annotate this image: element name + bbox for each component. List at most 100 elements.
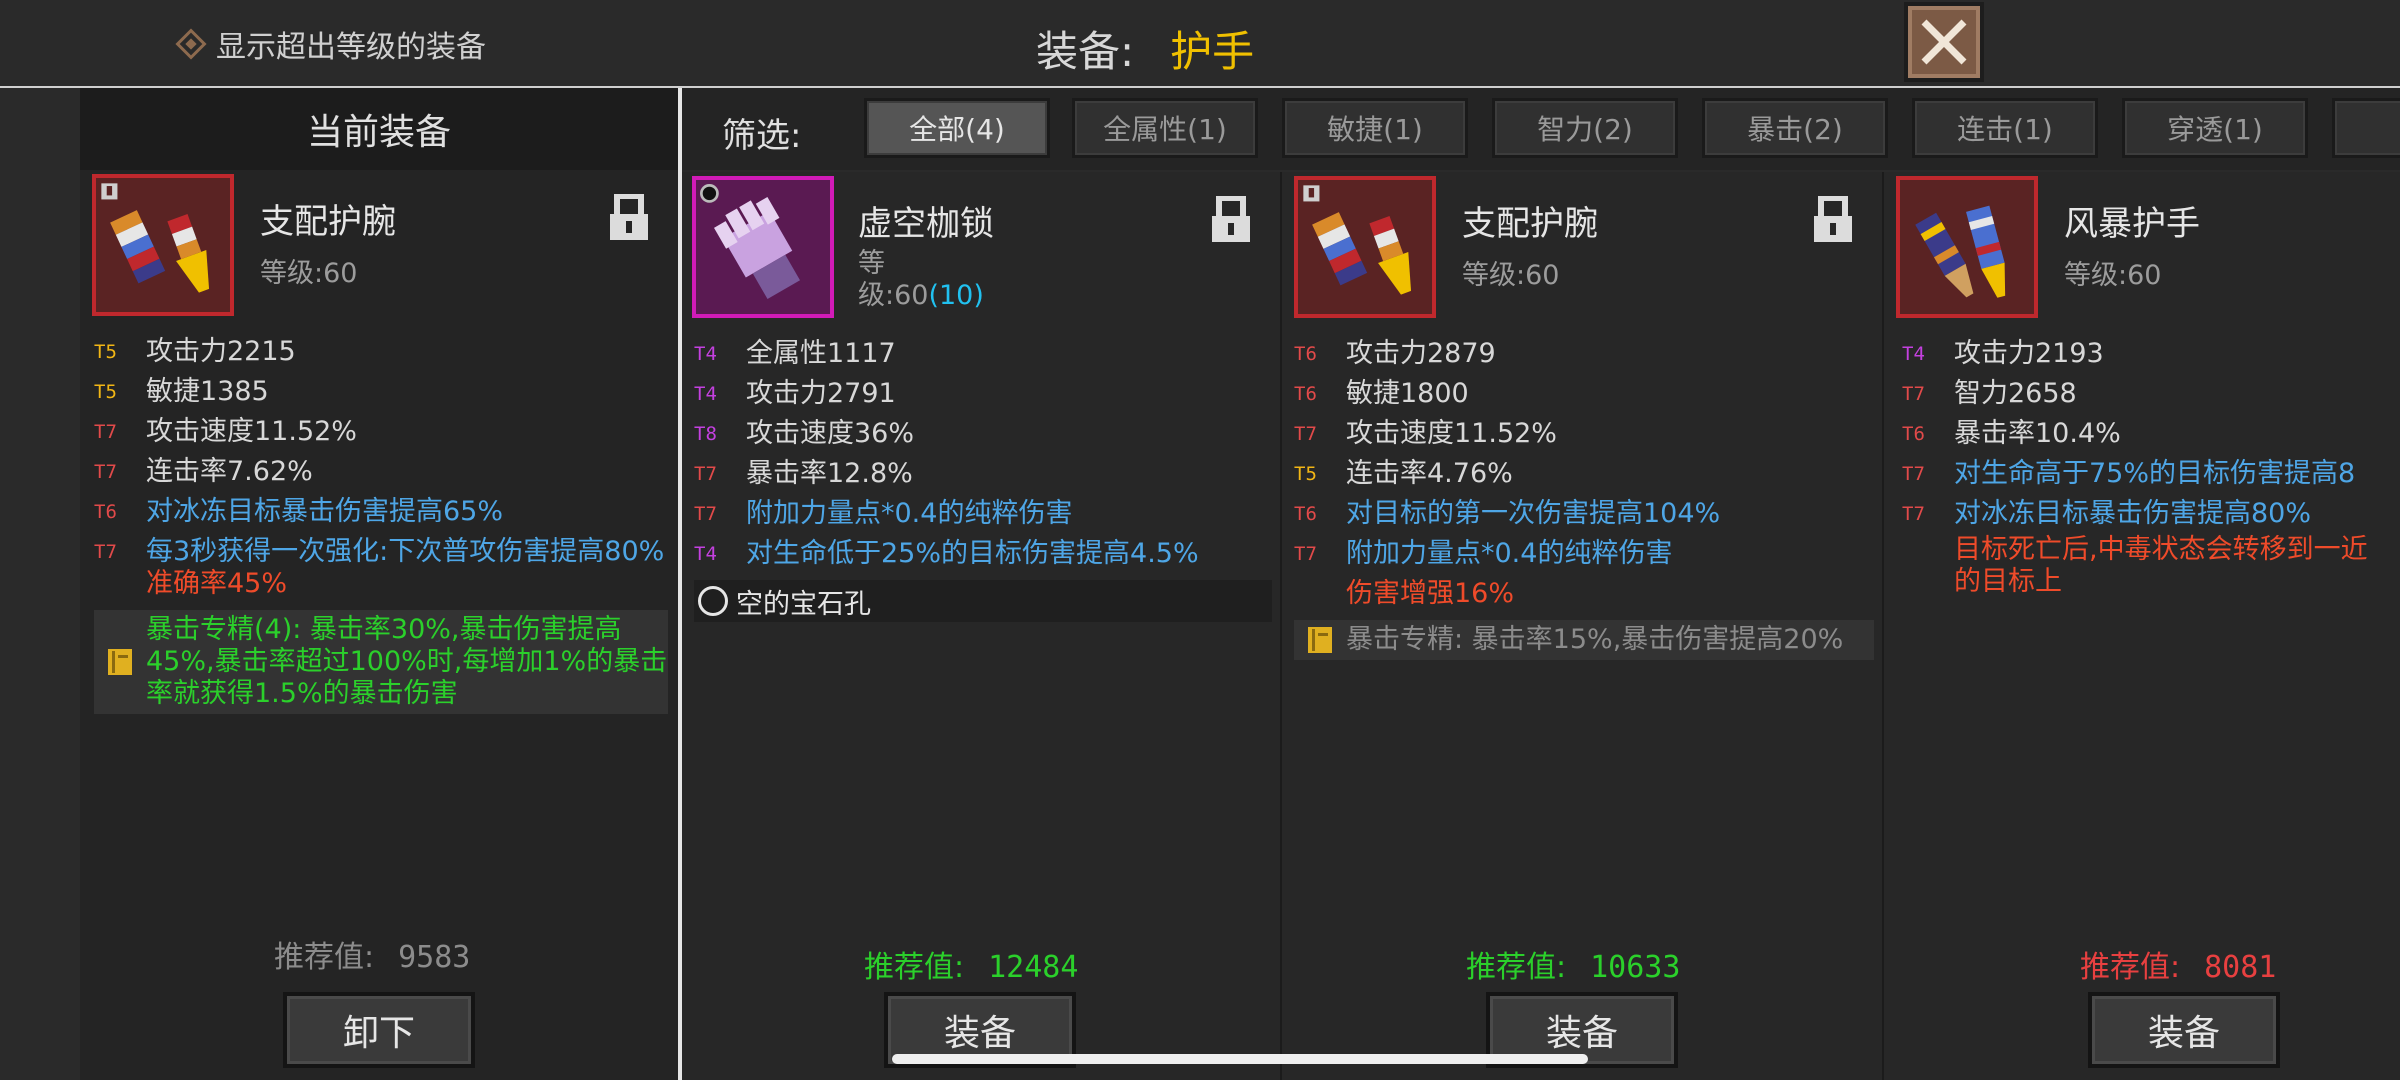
stat-text: 对生命高于75%的目标伤害提高8 [1954, 458, 2356, 489]
lock-icon[interactable] [1812, 196, 1854, 244]
stat-row: T5 连击率4.76% [1294, 454, 1874, 494]
stat-text: 对冰冻目标暴击伤害提高80% [1954, 498, 2312, 529]
filter-bar: 筛选: 全部(4) 全属性(1) 敏捷(1) 智力(2) 暴击(2) 连击(1)… [682, 88, 2400, 170]
item-icon-bracer[interactable] [1294, 176, 1436, 318]
stat-text: 对冰冻目标暴击伤害提高65% [146, 496, 504, 527]
tier-badge: T4 [694, 543, 717, 565]
diamond-checkbox-icon[interactable] [175, 28, 207, 60]
filter-chip-pierce[interactable]: 穿透(1) [2122, 98, 2308, 158]
stat-list: T4 攻击力2193 T7 智力2658 T6 暴击率10.4% T7 对生命高于75%… [1902, 334, 2400, 598]
filter-chip-crit[interactable]: 暴击(2) [1702, 98, 1888, 158]
stat-text: 攻击速度11.52% [146, 416, 357, 447]
item-icon-bracer[interactable] [92, 174, 234, 316]
unequip-button[interactable]: 卸下 [283, 992, 475, 1068]
special-text: 暴击专精(4): 暴击率30%,暴击伤害提高45%,暴击率超过100%时,每增加… [146, 614, 668, 709]
stat-text: 全属性1117 [746, 338, 896, 369]
item-card: 支配护腕 等级:60 T6 攻击力2879 T6 敏捷1800 T7 攻击速度11.5… [1282, 172, 1884, 1080]
special-text: 暴击专精: 暴击率15%,暴击伤害提高20% [1346, 624, 1844, 655]
recommend-score: 推荐值: 10633 [1466, 942, 1680, 986]
stat-row: T7 攻击速度11.52% [94, 412, 668, 452]
stat-row: T4 攻击力2193 [1902, 334, 2400, 374]
home-indicator[interactable] [892, 1054, 1588, 1064]
tier-badge: T5 [94, 341, 117, 363]
stat-text: 连击率7.62% [146, 456, 313, 487]
lock-icon[interactable] [1210, 196, 1252, 244]
item-name: 支配护腕 [1462, 204, 1598, 244]
stat-text: 攻击力2791 [746, 378, 896, 409]
close-button[interactable] [1904, 2, 1984, 82]
stat-row: T7 附加力量点*0.4的纯粹伤害 伤害增强16% [1294, 534, 1874, 614]
current-item-card: 支配护腕 等级:60 T5 攻击力2215 T5 敏捷1385 T7 攻击速度11.5… [80, 170, 678, 1080]
stat-row: T6 暴击率10.4% [1902, 414, 2400, 454]
recommend-score: 推荐值: 12484 [864, 942, 1078, 986]
stat-text: 附加力量点*0.4的纯粹伤害 [746, 498, 1073, 529]
close-x-icon [1921, 19, 1967, 65]
stat-row: T6 敏捷1800 [1294, 374, 1874, 414]
stat-row: T5 攻击力2215 [94, 332, 668, 372]
stat-list: T4 全属性1117 T4 攻击力2791 T8 攻击速度36% T7 暴击率12.8%… [694, 334, 1272, 622]
show-overlevel-toggle[interactable]: 显示超出等级的装备 [175, 22, 486, 66]
tier-badge: T4 [694, 383, 717, 405]
level-value: 级:60 [858, 280, 929, 311]
page-title: 装备: 护手 [1036, 18, 1254, 79]
show-overlevel-label: 显示超出等级的装备 [216, 30, 486, 65]
filter-label: 筛选: [722, 116, 802, 156]
recommend-value: 8081 [2204, 950, 2277, 985]
filter-chip-intelligence[interactable]: 智力(2) [1492, 98, 1678, 158]
book-icon [1294, 625, 1346, 655]
item-level: 等级:60 [1462, 260, 1560, 291]
tier-badge: T7 [1294, 423, 1317, 445]
stat-list: T6 攻击力2879 T6 敏捷1800 T7 攻击速度11.52% T5 连击率4.7… [1294, 334, 1874, 660]
tier-badge: T7 [94, 461, 117, 483]
equip-button[interactable]: 装备 [2088, 992, 2280, 1068]
top-bar: 显示超出等级的装备 装备: 护手 [0, 0, 2400, 88]
filter-chip-all-attributes[interactable]: 全属性(1) [1072, 98, 1258, 158]
special-perk: 暴击专精(4): 暴击率30%,暴击伤害提高45%,暴击率超过100%时,每增加… [94, 610, 668, 714]
item-level: 等级:60 [2064, 260, 2162, 291]
stat-text: 敏捷1385 [146, 376, 269, 407]
slot-name: 护手 [1170, 27, 1255, 76]
filter-chip-attack[interactable]: 攻 [2332, 98, 2400, 158]
filter-chip-all[interactable]: 全部(4) [864, 98, 1050, 158]
item-card: 虚空枷锁 等 级:60(10) T4 全属性1117 T4 攻击力2791 T8 攻击… [682, 172, 1282, 1080]
stat-subtext: 准确率45% [146, 568, 288, 599]
item-level: 等 级:60(10) [858, 248, 984, 312]
stat-row: T5 敏捷1385 [94, 372, 668, 412]
recommend-label: 推荐值: [864, 950, 965, 985]
stat-row: T7 智力2658 [1902, 374, 2400, 414]
filter-chip-agility[interactable]: 敏捷(1) [1282, 98, 1468, 158]
recommend-score: 推荐值: 9583 [274, 932, 470, 976]
stat-row: T7 每3秒获得一次强化:下次普攻伤害提高80% 准确率45% [94, 532, 668, 604]
stat-text: 连击率4.76% [1346, 458, 1513, 489]
stat-list: T5 攻击力2215 T5 敏捷1385 T7 攻击速度11.52% T7 连击率7.6… [94, 332, 668, 714]
stat-row: T8 攻击速度36% [694, 414, 1272, 454]
stat-row: T7 对冰冻目标暴击伤害提高80% 目标死亡后,中毒状态会转移到一近的目标上 [1902, 494, 2400, 598]
item-level: 等级:60 [260, 258, 358, 289]
tier-badge: T7 [1294, 543, 1317, 565]
tier-badge: T7 [1902, 503, 1925, 525]
recommend-label: 推荐值: [274, 940, 375, 975]
gem-slot-label: 空的宝石孔 [736, 588, 871, 620]
item-icon-void-shackles[interactable] [692, 176, 834, 318]
level-prefix: 等 [858, 248, 885, 279]
stat-text: 每3秒获得一次强化:下次普攻伤害提高80% [146, 536, 665, 567]
gem-socket-icon [698, 586, 728, 616]
stat-row: T4 攻击力2791 [694, 374, 1272, 414]
stat-row: T6 对目标的第一次伤害提高104% [1294, 494, 1874, 534]
level-bonus: (10) [928, 280, 984, 311]
stat-text: 对目标的第一次伤害提高104% [1346, 498, 1721, 529]
tier-badge: T7 [94, 421, 117, 443]
filter-chip-combo[interactable]: 连击(1) [1912, 98, 2098, 158]
tier-badge: T5 [1294, 463, 1317, 485]
stat-text: 攻击力2879 [1346, 338, 1496, 369]
recommend-value: 12484 [988, 950, 1079, 985]
item-name: 虚空枷锁 [858, 204, 994, 244]
special-perk: 暴击专精: 暴击率15%,暴击伤害提高20% [1294, 620, 1874, 660]
stat-text: 附加力量点*0.4的纯粹伤害 [1346, 538, 1673, 569]
stat-text: 暴击率10.4% [1954, 418, 2121, 449]
item-icon-storm-gauntlets[interactable] [1896, 176, 2038, 318]
lock-icon[interactable] [608, 194, 650, 242]
tier-badge: T6 [1294, 503, 1317, 525]
empty-gem-slot[interactable]: 空的宝石孔 [694, 580, 1272, 622]
tier-badge: T7 [1902, 383, 1925, 405]
